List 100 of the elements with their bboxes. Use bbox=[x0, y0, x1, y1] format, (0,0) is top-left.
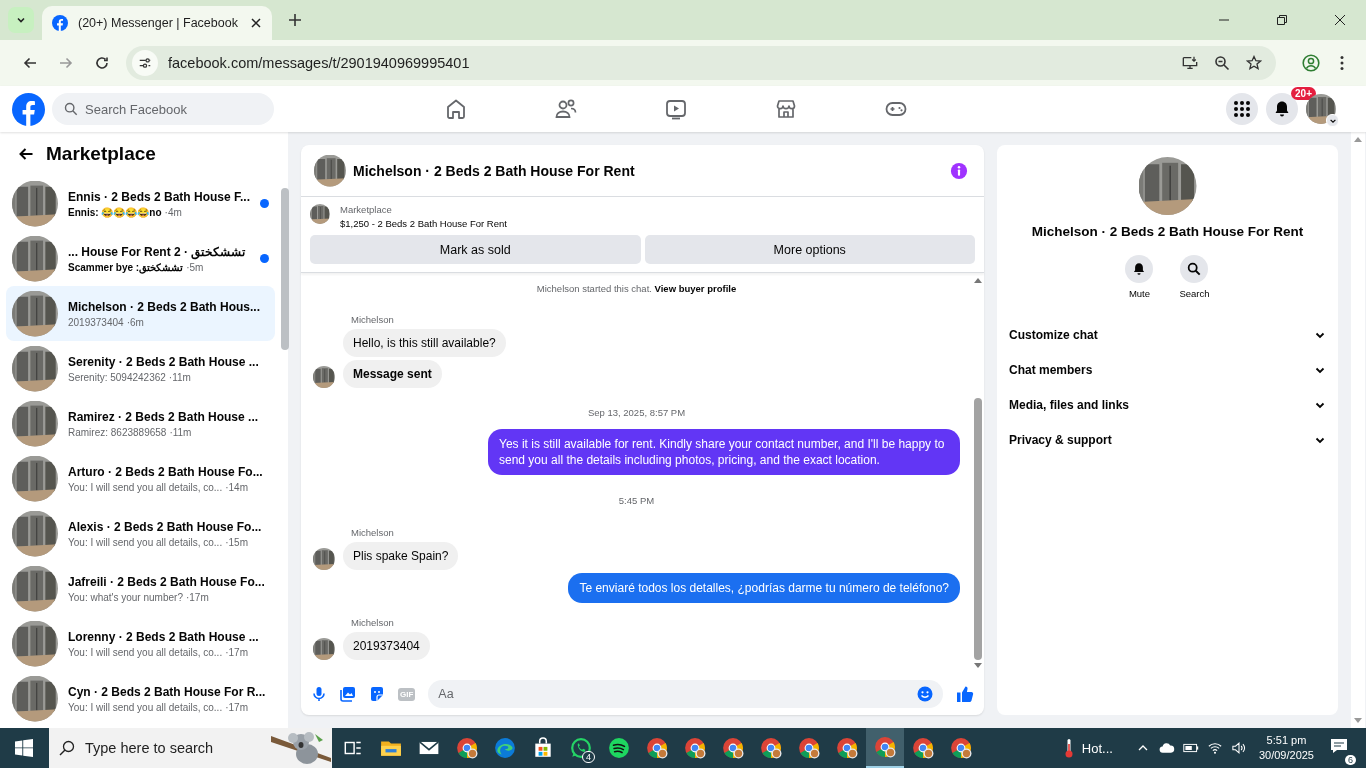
thumbs-up-icon[interactable] bbox=[956, 685, 974, 703]
chrome-icon bbox=[456, 737, 478, 759]
message-preview: 2019373404 bbox=[68, 316, 124, 328]
listing-source: Marketplace bbox=[340, 204, 393, 215]
message-bubble: Plis spake Spain? bbox=[343, 542, 459, 570]
weather-widget[interactable]: Hot... bbox=[1063, 738, 1113, 758]
message-preview: You: I will send you all details, co... bbox=[68, 536, 223, 548]
message-preview: You: I will send you all details, co... bbox=[68, 481, 223, 493]
view-buyer-profile-link[interactable]: View buyer profile bbox=[654, 283, 737, 294]
image-icon[interactable] bbox=[340, 686, 356, 702]
section-header[interactable]: Media, files and links bbox=[1009, 387, 1326, 422]
facebook-logo[interactable] bbox=[12, 92, 45, 126]
forward-icon[interactable] bbox=[58, 55, 74, 71]
site-info-button[interactable] bbox=[132, 50, 158, 76]
bell-icon bbox=[1273, 100, 1291, 118]
action-button[interactable]: Mark as sold bbox=[310, 235, 641, 264]
info-icon[interactable] bbox=[950, 161, 968, 180]
conversation-item[interactable]: Ramirez · 2 Beds 2 Bath House ... Ramirez: 8623889658 ·11m bbox=[6, 396, 276, 451]
close-icon[interactable] bbox=[1334, 14, 1346, 26]
tab-title: (20+) Messenger | Facebook bbox=[78, 16, 238, 30]
conversation-item[interactable]: Serenity · 2 Beds 2 Bath House ... Serenity: 5094242362 ·11m bbox=[6, 341, 276, 396]
conversation-item[interactable]: Jafreili · 2 Beds 2 Bath House Fo... You: what's your number? ·17m bbox=[6, 561, 276, 616]
action-button[interactable]: More options bbox=[644, 235, 975, 264]
bell-icon bbox=[1132, 262, 1147, 276]
address-bar[interactable]: facebook.com/messages/t/2901940969995401 bbox=[126, 46, 1276, 80]
message-bubble: Te enviaré todos los detalles, ¿podrías darme tu número de teléfono? bbox=[568, 573, 960, 603]
message-preview: You: what's your number? bbox=[68, 591, 183, 603]
bookmark-star-icon[interactable] bbox=[1246, 55, 1262, 71]
chrome-icon bbox=[912, 737, 934, 759]
scroll-up-icon[interactable] bbox=[1354, 136, 1362, 142]
message-time: ·17m bbox=[185, 591, 209, 603]
whatsapp-taskbar-button[interactable]: 4 bbox=[562, 728, 600, 768]
windows-start-icon[interactable] bbox=[15, 739, 33, 757]
sticker-icon[interactable] bbox=[369, 686, 385, 702]
wifi-icon[interactable] bbox=[1206, 741, 1223, 755]
search-icon bbox=[1187, 262, 1202, 276]
chrome-icon bbox=[760, 737, 782, 759]
message-preview: Scammer bye :تششكختق bbox=[68, 261, 184, 273]
home-icon[interactable] bbox=[444, 97, 468, 121]
new-tab-icon[interactable] bbox=[288, 13, 302, 27]
conversation-item[interactable]: Michelson · 2 Beds 2 Bath Hous... 2019373404 ·6m bbox=[6, 286, 276, 341]
search-field[interactable]: Search Facebook bbox=[52, 93, 274, 125]
message-time: ·17m bbox=[225, 646, 248, 658]
section-header[interactable]: Customize chat bbox=[1009, 317, 1326, 352]
menu-icon[interactable] bbox=[1340, 55, 1344, 71]
account-menu-button[interactable] bbox=[1326, 114, 1339, 127]
timestamp: Sep 13, 2025, 8:57 PM bbox=[587, 407, 686, 418]
taskbar-search-field[interactable]: Type here to search bbox=[49, 728, 332, 768]
menu-button[interactable] bbox=[1226, 93, 1258, 125]
friends-icon[interactable] bbox=[554, 97, 578, 121]
chrome-taskbar-button[interactable] bbox=[866, 728, 904, 768]
speaker-icon[interactable] bbox=[1230, 741, 1247, 755]
section-header[interactable]: Privacy & support bbox=[1009, 422, 1326, 457]
conversation-item[interactable]: Lorenny · 2 Beds 2 Bath House ... You: I will send you all details, co... ·17m bbox=[6, 616, 276, 671]
scroll-down-icon[interactable] bbox=[974, 663, 982, 669]
message-time: ·11m bbox=[169, 426, 192, 438]
chat-start-notice: Michelson started this chat. View buyer profile bbox=[535, 283, 738, 294]
clock[interactable]: 5:51 pm 30/09/2025 bbox=[1258, 733, 1314, 763]
thermometer-icon bbox=[1063, 738, 1074, 758]
back-icon[interactable] bbox=[22, 55, 38, 71]
message-time: ·4m bbox=[164, 206, 182, 218]
message-input[interactable]: Aa bbox=[428, 680, 943, 708]
emoji-icon[interactable] bbox=[917, 686, 933, 702]
install-app-icon[interactable] bbox=[1182, 55, 1198, 71]
message-preview: You: I will send you all details, co... bbox=[68, 701, 223, 713]
reload-icon[interactable] bbox=[94, 55, 110, 71]
cloud-icon[interactable] bbox=[1158, 741, 1175, 755]
section-header[interactable]: Chat members bbox=[1009, 352, 1326, 387]
conversation-title: Michelson · 2 Beds 2 Bath House For Rent bbox=[1031, 224, 1304, 239]
message-time: ·15m bbox=[225, 536, 248, 548]
profile-icon[interactable] bbox=[1302, 54, 1320, 72]
conversation-item[interactable]: Ennis · 2 Beds 2 Bath House F... Ennis: 😂😂😂😂no ·4m bbox=[6, 176, 276, 231]
chat-title: Michelson · 2 Beds 2 Bath House For Rent bbox=[353, 162, 635, 179]
browser-tab[interactable]: (20+) Messenger | Facebook bbox=[42, 6, 272, 40]
close-icon[interactable] bbox=[250, 17, 262, 29]
scroll-up-icon[interactable] bbox=[974, 277, 982, 283]
notifications-icon[interactable] bbox=[1330, 737, 1348, 755]
message-time: ·6m bbox=[126, 316, 144, 328]
conversation-item[interactable]: Cyn · 2 Beds 2 Bath House For R... You: I will send you all details, co... ·17m bbox=[6, 671, 276, 726]
conversation-title: ... House For Rent 2 · تششكختق bbox=[68, 244, 247, 259]
conversation-title: Jafreili · 2 Beds 2 Bath House Fo... bbox=[68, 574, 266, 589]
listing-title: $1,250 - 2 Beds 2 Bath House For Rent bbox=[340, 218, 507, 229]
conversation-item[interactable]: Arturo · 2 Beds 2 Bath House Fo... You: I will send you all details, co... ·14m bbox=[6, 451, 276, 506]
message-bubble: Hello, is this still available? bbox=[343, 329, 506, 357]
chrome-icon bbox=[798, 737, 820, 759]
message-bubble: 2019373404 bbox=[343, 632, 430, 660]
store-icon[interactable] bbox=[774, 97, 798, 121]
restore-icon[interactable] bbox=[1276, 14, 1288, 26]
scrollbar[interactable] bbox=[1351, 132, 1365, 728]
chrome-icon bbox=[950, 737, 972, 759]
back-icon[interactable] bbox=[18, 146, 34, 162]
microphone-icon[interactable] bbox=[311, 686, 327, 702]
battery-icon[interactable] bbox=[1182, 741, 1199, 755]
conversation-item[interactable]: Alexis · 2 Beds 2 Bath House Fo... You: I will send you all details, co... ·15m bbox=[6, 506, 276, 561]
video-icon[interactable] bbox=[664, 97, 688, 121]
conversation-title: Cyn · 2 Beds 2 Bath House For R... bbox=[68, 684, 267, 699]
zoom-icon[interactable] bbox=[1214, 55, 1230, 71]
spotify-icon bbox=[608, 737, 630, 759]
chrome-icon bbox=[836, 737, 858, 759]
scroll-down-icon[interactable] bbox=[1354, 718, 1362, 724]
